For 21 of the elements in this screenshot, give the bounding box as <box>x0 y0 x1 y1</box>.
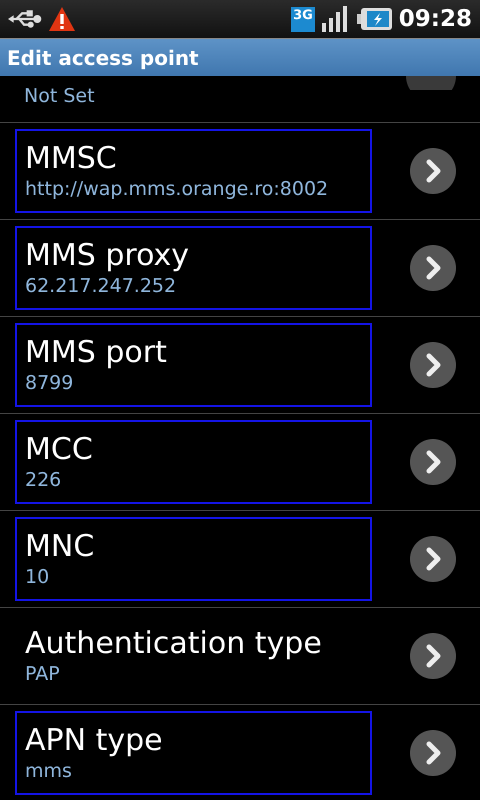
screen-title: Edit access point <box>7 46 199 70</box>
setting-value: http://wap.mms.orange.ro:8002 <box>25 176 328 202</box>
setting-title[interactable]: MNC <box>25 528 94 565</box>
usb-icon <box>8 9 42 29</box>
setting-title[interactable]: MCC <box>25 432 93 468</box>
network-type-badge: 3G <box>291 6 315 32</box>
setting-value: PAP <box>25 662 60 686</box>
setting-title[interactable]: MMSC <box>25 140 117 177</box>
setting-value: 10 <box>25 564 50 590</box>
setting-title[interactable]: APN type <box>25 722 163 759</box>
setting-value: mms <box>25 758 72 784</box>
setting-value: 8799 <box>25 370 74 396</box>
setting-value: 62.217.247.252 <box>25 274 176 298</box>
setting-title[interactable]: MMS port <box>25 334 167 371</box>
setting-value: Not Set <box>24 84 95 109</box>
battery-icon <box>356 6 393 32</box>
clock: 09:28 <box>398 6 472 32</box>
setting-title[interactable]: MMS proxy <box>25 238 190 274</box>
setting-title[interactable]: Authentication type <box>25 626 322 662</box>
setting-value: 226 <box>25 468 62 492</box>
warning-icon <box>48 6 76 32</box>
